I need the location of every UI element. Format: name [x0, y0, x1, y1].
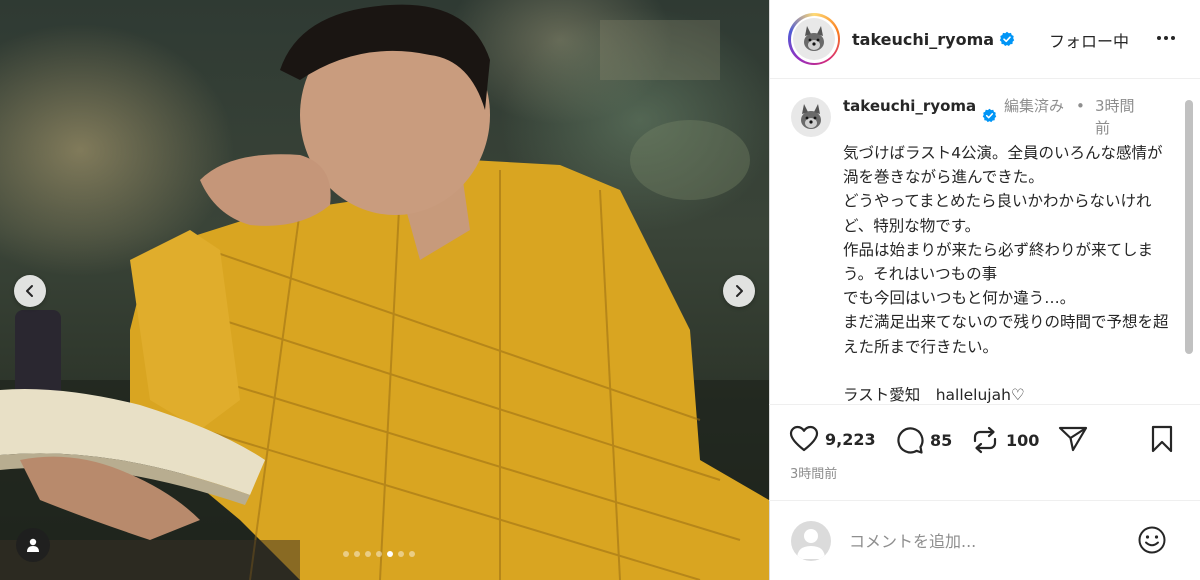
- comment-input[interactable]: [849, 527, 1129, 555]
- heart-icon: [789, 425, 819, 452]
- emoji-icon: [1138, 526, 1166, 554]
- dog-avatar-icon: [804, 26, 824, 51]
- carousel-dot: [387, 551, 393, 557]
- bookmark-icon: [1151, 425, 1173, 453]
- more-options-button[interactable]: [1154, 26, 1178, 54]
- photo-scene: [0, 4, 769, 580]
- comment-icon: [897, 427, 924, 454]
- repost-button[interactable]: 100: [970, 425, 1039, 455]
- meta-separator: •: [1076, 97, 1085, 115]
- carousel-dot: [343, 551, 349, 557]
- more-horizontal-icon: [1157, 36, 1175, 40]
- caption-section: takeuchi_ryoma 編集済み • 3時間前 気づけばラスト4公演。全員…: [770, 80, 1184, 404]
- like-button[interactable]: 9,223: [789, 425, 876, 453]
- comment-count[interactable]: 85: [930, 431, 952, 450]
- share-button[interactable]: [1058, 425, 1088, 453]
- carousel-indicator: [343, 551, 415, 557]
- carousel-dot: [409, 551, 415, 557]
- tagged-users-button[interactable]: [16, 528, 50, 562]
- post-photo[interactable]: [0, 0, 769, 580]
- repost-icon: [973, 426, 997, 454]
- header-username[interactable]: takeuchi_ryoma: [852, 30, 994, 49]
- caption-avatar[interactable]: [791, 97, 831, 137]
- carousel-dot: [365, 551, 371, 557]
- comment-button[interactable]: 85: [894, 425, 952, 455]
- story-ring[interactable]: [788, 13, 840, 65]
- next-slide-button[interactable]: [723, 275, 755, 307]
- like-count[interactable]: 9,223: [825, 430, 876, 449]
- verified-badge-icon: [999, 31, 1015, 47]
- send-icon: [1058, 426, 1088, 452]
- repost-count[interactable]: 100: [1006, 431, 1039, 450]
- following-button[interactable]: フォロー中: [1049, 28, 1129, 52]
- chevron-left-icon: [26, 285, 33, 297]
- emoji-button[interactable]: [1137, 525, 1167, 559]
- avatar: [793, 18, 835, 60]
- chevron-right-icon: [736, 285, 743, 297]
- post-header: takeuchi_ryoma フォロー中: [770, 0, 1200, 79]
- caption-timestamp[interactable]: 3時間前: [1095, 95, 1145, 139]
- caption-scrollbar[interactable]: [1185, 100, 1193, 354]
- dog-avatar-icon: [801, 104, 821, 129]
- previous-slide-button[interactable]: [14, 275, 46, 307]
- carousel-dot: [376, 551, 382, 557]
- verified-badge-icon: [982, 108, 997, 127]
- post-actions: 9,223 85 100 3時間前: [769, 404, 1200, 494]
- user-tag-icon: [27, 538, 39, 552]
- comment-bar: [769, 500, 1200, 580]
- current-user-avatar: [791, 521, 831, 561]
- caption-username[interactable]: takeuchi_ryoma: [843, 95, 978, 117]
- save-button[interactable]: [1149, 425, 1175, 453]
- carousel-dot: [354, 551, 360, 557]
- carousel-dot: [398, 551, 404, 557]
- post-timestamp[interactable]: 3時間前: [790, 463, 837, 482]
- caption-text: 気づけばラスト4公演。全員のいろんな感情が渦を巻きながら進んできた。 どうやって…: [843, 144, 1169, 404]
- default-user-icon: [797, 529, 825, 559]
- edited-label: 編集済み: [1004, 97, 1065, 115]
